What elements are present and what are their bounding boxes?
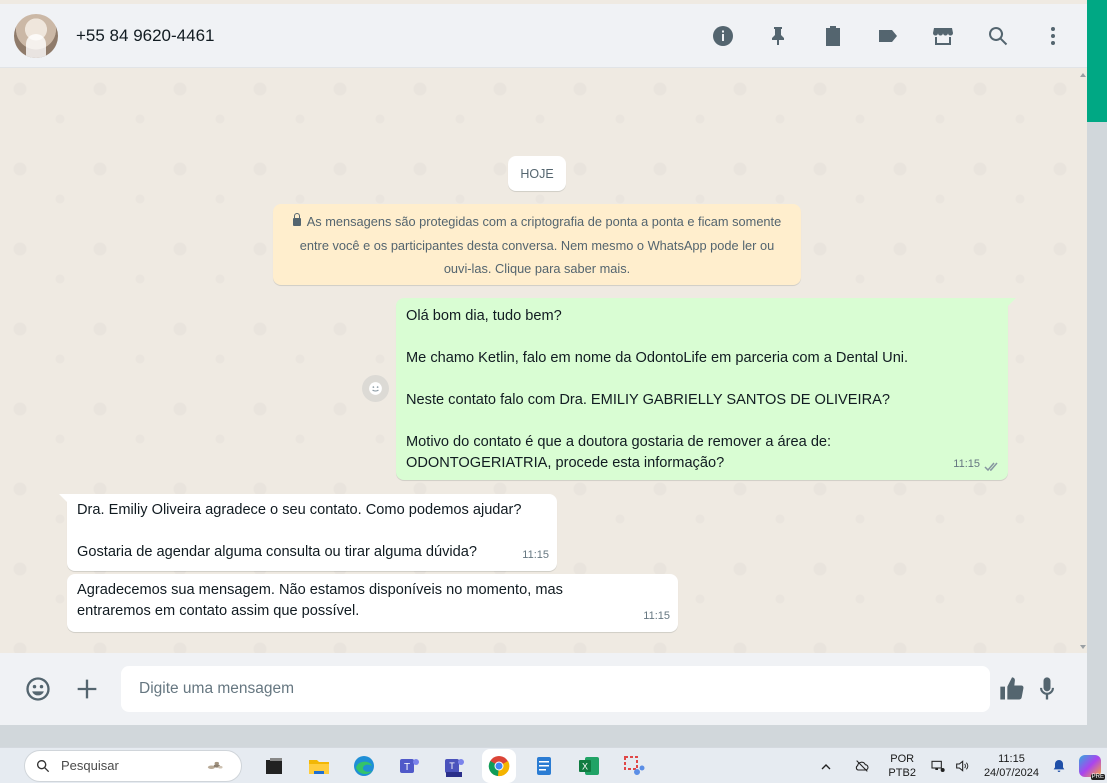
date-chip: HOJE	[508, 156, 566, 191]
label-icon[interactable]	[876, 24, 900, 48]
lang-line-1: POR	[890, 752, 915, 765]
chevron-up-icon[interactable]	[818, 759, 832, 773]
file-explorer-icon[interactable]	[306, 753, 332, 779]
teams-new-icon[interactable]: T	[441, 753, 467, 779]
teams-icon[interactable]: T	[396, 753, 422, 779]
chrome-icon[interactable]	[486, 752, 512, 779]
task-view-icon[interactable]	[261, 753, 287, 779]
header-actions	[680, 24, 1065, 48]
message-bubble-incoming[interactable]: Agradecemos sua mensagem. Não estamos di…	[67, 574, 678, 632]
encryption-text: As mensagens são protegidas com a cripto…	[299, 214, 782, 276]
thumbs-up-icon[interactable]	[998, 675, 1026, 703]
svg-text:X: X	[582, 761, 588, 771]
attach-plus-icon[interactable]	[73, 675, 101, 703]
clock-time: 11:15	[998, 752, 1025, 765]
clipboard-icon[interactable]	[821, 24, 845, 48]
cloud-offline-icon[interactable]	[854, 758, 870, 774]
clock-date: 24/07/2024	[983, 766, 1039, 779]
network-icon[interactable]	[930, 758, 946, 774]
input-language[interactable]: POR PTB2	[888, 752, 916, 780]
contact-avatar[interactable]	[14, 13, 58, 58]
message-time: 11:15	[643, 610, 670, 622]
system-tray: POR PTB2 11:15 24/07/2024	[818, 752, 1105, 780]
pin-icon[interactable]	[766, 24, 790, 48]
message-bubble-incoming[interactable]: Dra. Emiliy Oliveira agradece o seu cont…	[59, 494, 557, 571]
excel-icon[interactable]: X	[576, 753, 602, 779]
search-highlight-icon	[207, 761, 223, 769]
whatsapp-chat-window: +55 84 9620-4461 HOJE As mensagens são p…	[0, 0, 1087, 725]
message-time: 11:15	[522, 549, 549, 561]
edge-icon[interactable]	[351, 753, 377, 779]
message-time: 11:15	[953, 458, 980, 470]
bubble-tail	[59, 494, 67, 502]
encryption-notice[interactable]: As mensagens são protegidas com a cripto…	[273, 204, 801, 285]
notepad-icon[interactable]	[531, 753, 557, 779]
smiley-icon	[369, 382, 382, 395]
notification-bell-icon[interactable]	[1051, 758, 1067, 774]
contact-name[interactable]: +55 84 9620-4461	[76, 26, 215, 46]
svg-text:T: T	[404, 762, 410, 773]
scroll-up-arrow-icon[interactable]	[1080, 73, 1086, 77]
message-meta: 11:15	[643, 606, 670, 627]
windows-taskbar: Pesquisar T T X POR PTB2 11:15 24/07/202…	[0, 747, 1107, 783]
info-icon[interactable]	[711, 24, 735, 48]
message-input[interactable]	[121, 666, 990, 712]
copilot-icon[interactable]	[1079, 754, 1105, 780]
snipping-tool-icon[interactable]	[621, 753, 647, 779]
right-accent-bar	[1087, 4, 1107, 122]
more-vertical-icon[interactable]	[1041, 24, 1065, 48]
search-icon[interactable]	[986, 24, 1010, 48]
message-meta: 11:15	[953, 454, 1000, 475]
message-meta: 11:15	[522, 545, 549, 566]
svg-text:T: T	[449, 761, 455, 771]
message-text: Olá bom dia, tudo bem? Me chamo Ketlin, …	[406, 308, 909, 471]
right-background	[1087, 122, 1107, 725]
lock-icon	[292, 213, 301, 226]
emoji-icon[interactable]	[24, 675, 52, 703]
double-check-icon	[984, 459, 1000, 472]
scrollbar[interactable]	[1080, 69, 1087, 653]
taskbar-search[interactable]: Pesquisar	[24, 749, 242, 782]
scroll-down-arrow-icon[interactable]	[1080, 645, 1086, 649]
lang-line-2: PTB2	[888, 766, 916, 779]
message-bubble-outgoing[interactable]: Olá bom dia, tudo bem? Me chamo Ketlin, …	[396, 298, 1016, 480]
speaker-icon[interactable]	[954, 758, 970, 774]
bubble-tail	[1008, 298, 1016, 306]
store-icon[interactable]	[931, 24, 955, 48]
taskbar-search-label: Pesquisar	[61, 758, 119, 773]
message-text: Agradecemos sua mensagem. Não estamos di…	[77, 582, 563, 619]
message-text: Dra. Emiliy Oliveira agradece o seu cont…	[77, 502, 522, 560]
chat-header: +55 84 9620-4461	[0, 4, 1087, 68]
microphone-icon[interactable]	[1033, 675, 1061, 703]
search-icon	[37, 759, 50, 772]
taskbar-clock[interactable]: 11:15 24/07/2024	[984, 752, 1039, 780]
message-list[interactable]: HOJE As mensagens são protegidas com a c…	[0, 69, 1087, 653]
react-emoji-button[interactable]	[362, 375, 389, 402]
compose-bar	[0, 653, 1087, 725]
